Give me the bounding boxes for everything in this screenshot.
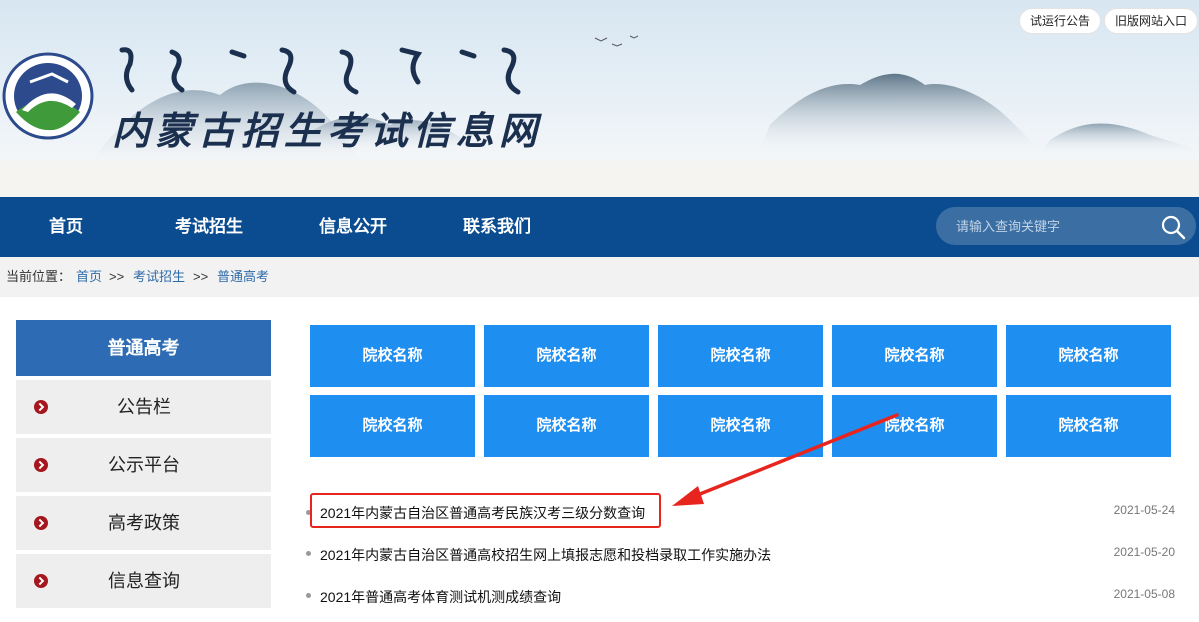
header-banner: 内蒙古招生考试信息网 试运行公告 旧版网站入口 [0,0,1199,197]
school-tile[interactable]: 院校名称 [484,395,649,457]
school-tile[interactable]: 院校名称 [1006,395,1171,457]
news-date: 2021-05-08 [1113,587,1175,601]
nav-item-home[interactable]: 首页 [49,197,83,257]
breadcrumb-home[interactable]: 首页 [76,257,102,297]
sidebar-item-gaokao-policy[interactable]: 高考政策 [16,496,271,550]
list-bullet [306,593,311,598]
school-tile[interactable]: 院校名称 [310,325,475,387]
search-icon[interactable] [1160,214,1186,240]
trial-run-notice-button[interactable]: 试运行公告 [1019,8,1102,34]
breadcrumb-gaokao[interactable]: 普通高考 [217,257,269,297]
main-nav: 首页 考试招生 信息公开 联系我们 [0,197,1199,257]
news-date: 2021-05-20 [1113,545,1175,559]
sidebar-item-label: 高考政策 [108,513,180,533]
sidebar-item-public-platform[interactable]: 公示平台 [16,438,271,492]
news-link[interactable]: 2021年普通高考体育测试机测成绩查询 [320,587,561,607]
breadcrumb-prefix: 当前位置： [6,269,72,284]
sidebar-item-bulletin[interactable]: 公告栏 [16,380,271,434]
mongolian-script-title [119,47,521,95]
sidebar-item-info-query[interactable]: 信息查询 [16,554,271,608]
sidebar-item-label: 公告栏 [117,397,171,417]
school-tile[interactable]: 院校名称 [1006,325,1171,387]
school-tile[interactable]: 院校名称 [832,395,997,457]
sidebar-item-label: 公示平台 [108,455,180,475]
school-tile[interactable]: 院校名称 [310,395,475,457]
nav-item-contact-us[interactable]: 联系我们 [463,197,531,257]
breadcrumb: 当前位置： 首页 >> 考试招生 >> 普通高考 [0,257,1199,297]
breadcrumb-separator: >> [109,269,125,284]
nav-item-exam-admission[interactable]: 考试招生 [175,197,243,257]
chevron-right-icon [34,516,48,530]
school-tile[interactable]: 院校名称 [832,325,997,387]
breadcrumb-separator: >> [193,269,209,284]
news-link[interactable]: 2021年内蒙古自治区普通高校招生网上填报志愿和投档录取工作实施办法 [320,545,771,565]
chevron-right-icon [34,458,48,472]
nav-item-info-disclosure[interactable]: 信息公开 [319,197,387,257]
school-tile[interactable]: 院校名称 [484,325,649,387]
sidebar-item-label: 信息查询 [108,571,180,591]
list-bullet [306,551,311,556]
sidebar-title: 普通高考 [16,320,271,376]
school-tile[interactable]: 院校名称 [658,395,823,457]
breadcrumb-exam-admission[interactable]: 考试招生 [133,257,185,297]
old-site-entry-button[interactable]: 旧版网站入口 [1104,8,1199,34]
site-logo [2,52,94,140]
chevron-right-icon [34,400,48,414]
annotation-highlight-box [310,493,661,528]
school-tile[interactable]: 院校名称 [658,325,823,387]
chevron-right-icon [34,574,48,588]
site-title: 内蒙古招生考试信息网 [112,108,543,153]
news-date: 2021-05-24 [1113,503,1175,517]
search-input[interactable] [936,207,1196,245]
